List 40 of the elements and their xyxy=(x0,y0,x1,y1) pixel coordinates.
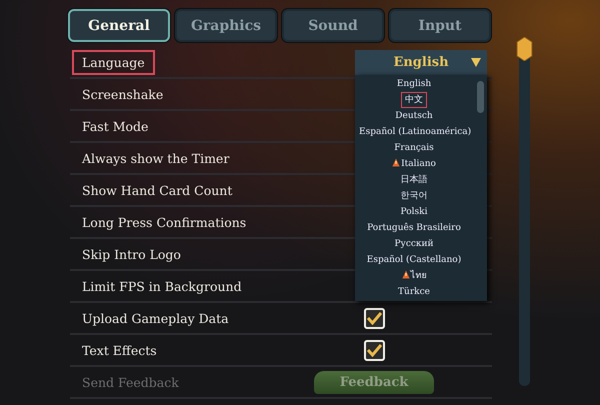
language-dropdown[interactable]: English xyxy=(355,50,487,75)
language-option[interactable]: Español (Castellano) xyxy=(362,252,466,268)
language-option[interactable]: Русский xyxy=(390,236,438,252)
setting-label: Limit FPS in Background xyxy=(81,278,243,296)
tab[interactable]: Graphics xyxy=(175,9,277,42)
tab[interactable]: Sound xyxy=(282,9,384,42)
setting-label: Show Hand Card Count xyxy=(81,182,234,200)
scroll-thumb[interactable] xyxy=(477,81,484,113)
language-option[interactable]: Português Brasileiro xyxy=(363,220,465,236)
language-option[interactable]: Italiano xyxy=(388,156,440,172)
setting-label: Fast Mode xyxy=(81,118,150,136)
language-option[interactable]: 中文 xyxy=(401,92,427,108)
dropdown-value: English xyxy=(393,55,449,70)
language-option[interactable]: Deutsch xyxy=(391,108,437,124)
setting-label: Screenshake xyxy=(81,86,164,104)
language-option[interactable]: English xyxy=(392,76,436,92)
checkbox[interactable] xyxy=(364,340,384,360)
setting-label: Always show the Timer xyxy=(81,150,230,168)
caret-icon xyxy=(471,58,481,67)
checkbox[interactable] xyxy=(364,308,384,328)
language-option[interactable]: Polski xyxy=(396,204,432,220)
language-option[interactable]: 한국어 xyxy=(396,188,432,204)
setting-label: Skip Intro Logo xyxy=(81,246,182,264)
language-option[interactable]: ไทย xyxy=(398,268,430,284)
checkmark-icon xyxy=(366,344,382,356)
scroll-handle[interactable] xyxy=(516,37,533,61)
language-option[interactable]: Français xyxy=(390,140,438,156)
language-option[interactable]: Türkce xyxy=(394,284,434,300)
warning-icon xyxy=(392,158,400,167)
tab[interactable]: General xyxy=(68,9,170,42)
setting-label: Text Effects xyxy=(81,342,158,360)
tab[interactable]: Input xyxy=(389,9,491,42)
checkmark-icon xyxy=(366,312,382,324)
setting-label: Upload Gameplay Data xyxy=(81,310,230,328)
setting-label: Language xyxy=(72,50,155,74)
language-option[interactable]: 日本語 xyxy=(396,172,432,188)
language-option[interactable]: Español (Latinoamérica) xyxy=(355,124,476,140)
warning-icon xyxy=(402,270,410,279)
setting-label: Send Feedback xyxy=(81,374,180,392)
setting-label: Long Press Confirmations xyxy=(81,214,248,232)
